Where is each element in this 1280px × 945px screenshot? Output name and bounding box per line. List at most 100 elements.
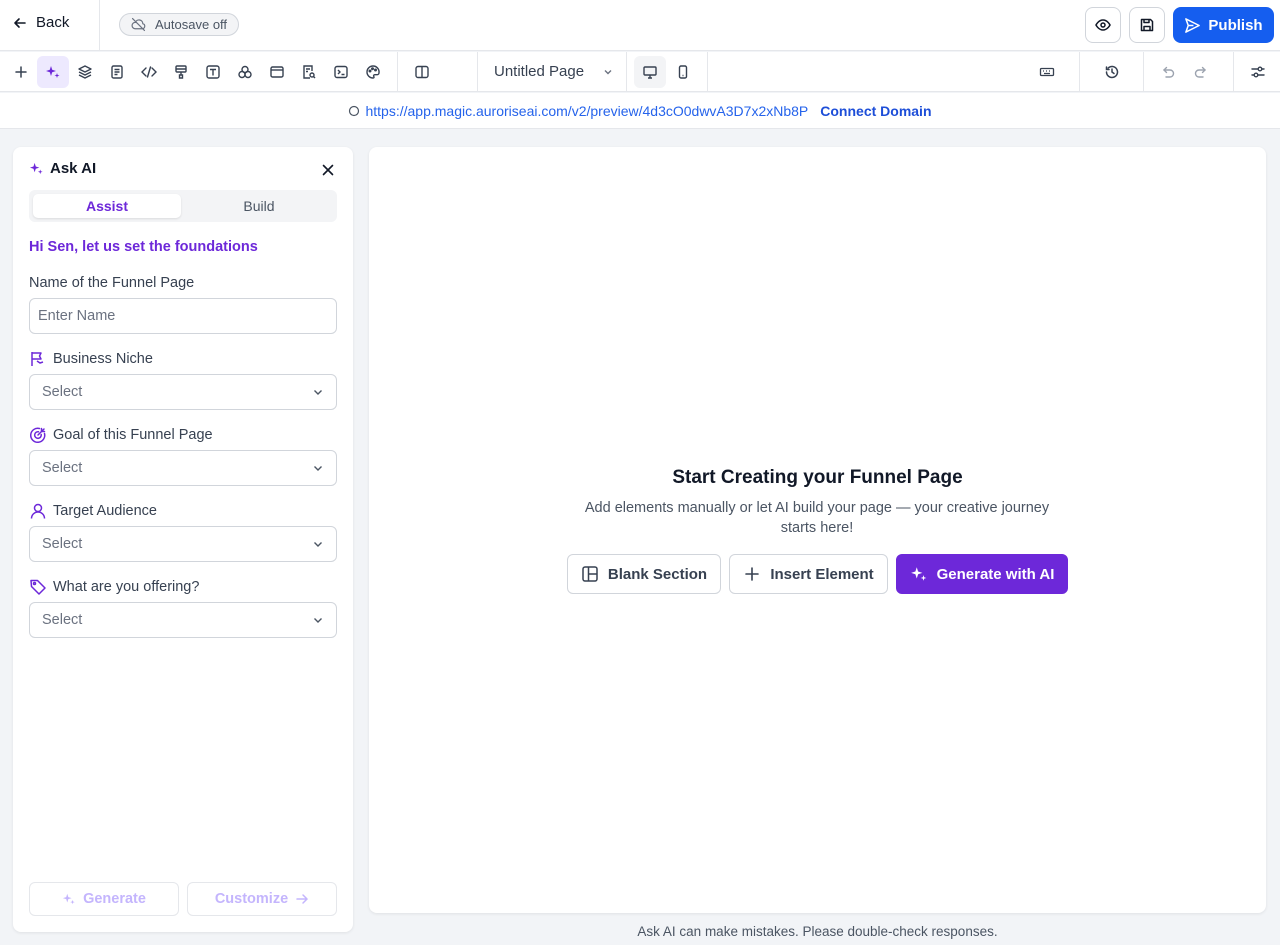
sparkles-icon [62, 893, 75, 905]
generate-button[interactable]: Generate [29, 882, 179, 916]
palette-icon[interactable] [357, 56, 389, 88]
browser-icon[interactable] [261, 56, 293, 88]
split-view-icon[interactable] [406, 56, 438, 88]
autosave-label: Autosave off [155, 17, 228, 32]
ai-disclaimer: Ask AI can make mistakes. Please double-… [637, 924, 998, 939]
divider [1143, 52, 1144, 92]
target-audience-label: Target Audience [29, 502, 157, 520]
chevron-down-icon [314, 618, 322, 623]
divider [99, 0, 100, 51]
mode-tabs: Assist Build [29, 190, 337, 222]
preview-url-bar: https://app.magic.auroriseai.com/v2/prev… [0, 93, 1280, 129]
editor-toolbar: Untitled Page [0, 52, 1280, 92]
target-audience-value: Select [42, 536, 83, 552]
mobile-view-icon[interactable] [667, 56, 699, 88]
insert-element-label: Insert Element [770, 565, 874, 583]
blank-section-label: Blank Section [607, 565, 708, 583]
eye-icon [1095, 19, 1111, 31]
arrow-left-icon [14, 17, 26, 28]
divider [1079, 52, 1080, 92]
business-niche-label: Business Niche [29, 350, 153, 368]
chevron-down-icon [314, 466, 322, 471]
goal-select[interactable]: Select [29, 450, 337, 486]
back-label: Back [36, 14, 70, 31]
target-icon [29, 427, 46, 444]
customize-button[interactable]: Customize [187, 882, 337, 916]
keyboard-icon[interactable] [1031, 56, 1063, 88]
chevron-down-icon [314, 390, 322, 395]
desktop-view-icon[interactable] [634, 56, 666, 88]
plus-icon[interactable] [5, 56, 37, 88]
back-button[interactable]: Back [12, 14, 69, 31]
name-label: Name of the Funnel Page [29, 275, 194, 291]
shapes-icon[interactable] [229, 56, 261, 88]
panel-title-text: Ask AI [50, 160, 97, 177]
panel-title: Ask AI [29, 160, 96, 177]
greeting-text: Hi Sen, let us set the foundations [29, 239, 258, 255]
customize-label: Customize [214, 891, 289, 907]
offering-select[interactable]: Select [29, 602, 337, 638]
tag-icon [30, 579, 46, 595]
paint-bucket-icon[interactable] [165, 56, 197, 88]
divider [477, 52, 478, 92]
settings-sliders-icon[interactable] [1242, 56, 1274, 88]
page-name: Untitled Page [494, 63, 585, 80]
goal-value: Select [42, 460, 83, 476]
page-canvas: Start Creating your Funnel Page Add elem… [369, 147, 1266, 913]
chevron-down-icon [314, 542, 322, 547]
page-selector[interactable]: Untitled Page [494, 63, 614, 80]
search-doc-icon[interactable] [293, 56, 325, 88]
insert-element-button[interactable]: Insert Element [729, 554, 888, 594]
save-icon [1140, 18, 1154, 32]
offering-label-text: What are you offering? [53, 579, 200, 595]
preview-button[interactable] [1085, 7, 1121, 43]
user-icon [30, 503, 46, 519]
sparkles-icon [910, 567, 926, 581]
divider [397, 52, 398, 92]
offering-label: What are you offering? [29, 578, 199, 596]
generate-with-ai-label: Generate with AI [936, 565, 1055, 583]
send-icon [1185, 17, 1201, 33]
name-input[interactable] [29, 298, 337, 334]
generate-label: Generate [83, 891, 146, 907]
goal-label-text: Goal of this Funnel Page [53, 427, 213, 443]
plus-icon [745, 567, 760, 581]
history-icon[interactable] [1096, 56, 1128, 88]
circle-icon [349, 105, 360, 116]
offering-value: Select [42, 612, 83, 628]
save-button[interactable] [1129, 7, 1165, 43]
divider [626, 52, 627, 92]
code-icon[interactable] [133, 56, 165, 88]
connect-domain-link[interactable]: Connect Domain [820, 103, 931, 119]
top-bar: Back Autosave off Publish [0, 0, 1280, 51]
text-icon[interactable] [197, 56, 229, 88]
sparkles-icon[interactable] [37, 56, 69, 88]
publish-button[interactable]: Publish [1173, 7, 1274, 43]
flag-icon [31, 352, 44, 366]
chevron-down-icon [604, 69, 612, 74]
layers-icon[interactable] [69, 56, 101, 88]
target-audience-label-text: Target Audience [53, 503, 157, 519]
goal-label: Goal of this Funnel Page [29, 426, 213, 444]
generate-with-ai-button[interactable]: Generate with AI [896, 554, 1068, 594]
empty-state-title: Start Creating your Funnel Page [672, 467, 963, 488]
undo-icon[interactable] [1152, 56, 1184, 88]
autosave-status[interactable]: Autosave off [119, 13, 240, 36]
layout-icon [582, 566, 598, 582]
page-icon[interactable] [101, 56, 133, 88]
divider [707, 52, 708, 92]
terminal-icon[interactable] [325, 56, 357, 88]
business-niche-select[interactable]: Select [29, 374, 337, 410]
target-audience-select[interactable]: Select [29, 526, 337, 562]
business-niche-label-text: Business Niche [53, 351, 153, 367]
close-icon[interactable] [321, 163, 335, 177]
preview-url-text: https://app.magic.auroriseai.com/v2/prev… [365, 102, 809, 119]
sparkles-icon [29, 162, 43, 175]
business-niche-value: Select [42, 384, 83, 400]
redo-icon[interactable] [1185, 56, 1217, 88]
blank-section-button[interactable]: Blank Section [567, 554, 721, 594]
tab-assist[interactable]: Assist [33, 194, 181, 218]
preview-url[interactable]: https://app.magic.auroriseai.com/v2/prev… [348, 103, 808, 119]
publish-label: Publish [1208, 16, 1263, 34]
tab-build[interactable]: Build [185, 194, 333, 218]
